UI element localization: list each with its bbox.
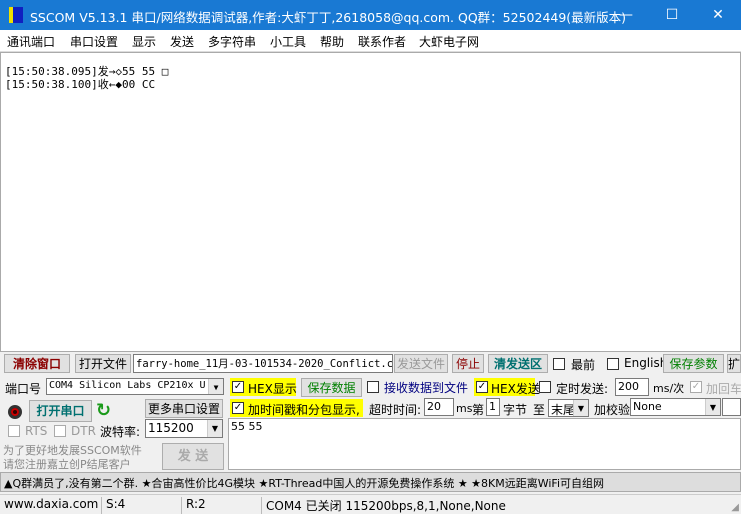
menu-tools[interactable]: 小工具 [270, 33, 306, 50]
log-line: [15:50:38.100]收←◆00 CC [5, 78, 156, 91]
send-textarea[interactable]: 55 55 [228, 418, 741, 470]
english-checkbox[interactable] [607, 358, 619, 370]
more-port-settings-button[interactable]: 更多串口设置 [145, 399, 223, 418]
menu-bar: 通讯端口 串口设置 显示 发送 多字符串 小工具 帮助 联系作者 大虾电子网 [0, 30, 741, 52]
baud-value: 115200 [148, 421, 194, 435]
timestamp-checkbox[interactable]: ✓ [232, 402, 244, 414]
interval-input[interactable]: 200 [615, 378, 649, 396]
checksum-value: None [633, 400, 662, 413]
port-status-led-icon [8, 405, 22, 419]
status-bar: www.daxia.com S:4 R:2 COM4 已关闭 115200bps… [0, 494, 741, 514]
maximize-button[interactable]: ☐ [649, 0, 695, 30]
menu-website[interactable]: 大虾电子网 [419, 33, 479, 50]
menu-display[interactable]: 显示 [132, 33, 156, 50]
timeout-label: 超时时间: [369, 403, 422, 417]
menu-contact[interactable]: 联系作者 [358, 33, 406, 50]
promo-line-2[interactable]: 请您注册嘉立创P结尾客户 [3, 456, 131, 472]
hex-display-checkbox[interactable]: ✓ [232, 381, 244, 393]
menu-serial-settings[interactable]: 串口设置 [70, 33, 118, 50]
baud-label: 波特率: [100, 425, 141, 439]
checksum-label: 加校验 [594, 403, 631, 417]
stop-button[interactable]: 停止 [452, 354, 484, 373]
send-button[interactable]: 发 送 [162, 443, 224, 470]
status-port-state: COM4 已关闭 115200bps,8,1,None,None [261, 497, 506, 514]
close-button[interactable]: ✕ [695, 0, 741, 30]
hex-send-label: HEX发送 [491, 382, 540, 396]
open-file-button[interactable]: 打开文件 [75, 354, 131, 373]
hex-send-checkbox[interactable]: ✓ [476, 381, 488, 393]
chevron-down-icon: ▼ [207, 420, 222, 437]
chevron-down-icon: ▼ [573, 400, 588, 416]
minimize-button[interactable]: — [603, 0, 649, 30]
dtr-label: DTR [71, 424, 96, 438]
ticker-bar[interactable]: ▲Q群满员了,没有第二个群. ★合宙高性价比4G模块 ★RT-Thread中国人… [0, 472, 741, 492]
log-line: [15:50:38.095]发→◇55 55 □ [5, 65, 169, 78]
interval-unit: ms/次 [653, 382, 685, 395]
port-value: COM4 Silicon Labs CP210x U [49, 380, 206, 391]
timeout-input[interactable]: 20 [424, 398, 454, 416]
clear-window-button[interactable]: 清除窗口 [4, 354, 70, 373]
open-port-button[interactable]: 打开串口 [29, 400, 92, 422]
add-crlf-label: 加回车 [706, 382, 741, 396]
port-label: 端口号 [5, 382, 42, 396]
timed-send-label: 定时发送: [556, 382, 609, 396]
save-params-button[interactable]: 保存参数 [663, 354, 724, 373]
title-bar: SSCOM V5.13.1 串口/网络数据调试器,作者:大虾丁丁,2618058… [0, 0, 741, 30]
window-title: SSCOM V5.13.1 串口/网络数据调试器,作者:大虾丁丁,2618058… [30, 10, 627, 25]
expand-button[interactable]: 扩 [727, 354, 741, 373]
chevron-down-icon: ▼ [208, 379, 223, 394]
checksum-extra-field[interactable] [722, 398, 741, 416]
byte-unit-label: 字节 [503, 403, 528, 417]
menu-comm-port[interactable]: 通讯端口 [7, 33, 55, 50]
menu-multi-string[interactable]: 多字符串 [208, 33, 256, 50]
byte-to-select[interactable]: 末尾 ▼ [548, 399, 589, 417]
app-icon [9, 7, 23, 23]
checksum-select[interactable]: None ▼ [630, 398, 721, 416]
recv-to-file-checkbox[interactable] [367, 381, 379, 393]
resize-grip-icon[interactable]: ◢ [731, 502, 739, 513]
timeout-unit: ms [456, 402, 473, 415]
receive-log[interactable]: [15:50:38.095]发→◇55 55 □ [15:50:38.100]收←… [0, 52, 741, 352]
timestamp-label: 加时间戳和分包显示, [248, 403, 360, 417]
byte-to-value: 末尾 [551, 403, 576, 417]
clear-send-button[interactable]: 清发送区 [488, 354, 548, 373]
baud-select[interactable]: 115200 ▼ [145, 419, 223, 438]
status-recv-count: R:2 [181, 497, 206, 514]
menu-help[interactable]: 帮助 [320, 33, 344, 50]
rts-checkbox[interactable] [8, 425, 20, 437]
save-data-button[interactable]: 保存数据 [301, 378, 362, 397]
topmost-label: 最前 [571, 358, 596, 372]
byte-from-label: 第 [472, 403, 485, 417]
send-file-button[interactable]: 发送文件 [394, 354, 448, 373]
status-sent-count: S:4 [101, 497, 125, 514]
english-label: English [624, 356, 668, 370]
recv-to-file-label: 接收数据到文件 [384, 381, 469, 395]
refresh-icon[interactable]: ↻ [96, 400, 111, 421]
rts-label: RTS [25, 424, 48, 438]
file-path-field[interactable]: farry-home_11月-03-101534-2020_Conflict.c… [133, 354, 393, 373]
status-website[interactable]: www.daxia.com [0, 497, 98, 514]
menu-send[interactable]: 发送 [170, 33, 194, 50]
topmost-checkbox[interactable] [553, 358, 565, 370]
port-select[interactable]: COM4 Silicon Labs CP210x U ▼ [46, 378, 224, 395]
add-crlf-checkbox[interactable]: ✓ [690, 381, 702, 393]
hex-display-label: HEX显示 [248, 382, 297, 396]
byte-from-input[interactable]: 1 [486, 398, 500, 416]
chevron-down-icon: ▼ [705, 399, 720, 415]
to-label: 至 [533, 403, 546, 417]
dtr-checkbox[interactable] [54, 425, 66, 437]
timed-send-checkbox[interactable] [539, 381, 551, 393]
